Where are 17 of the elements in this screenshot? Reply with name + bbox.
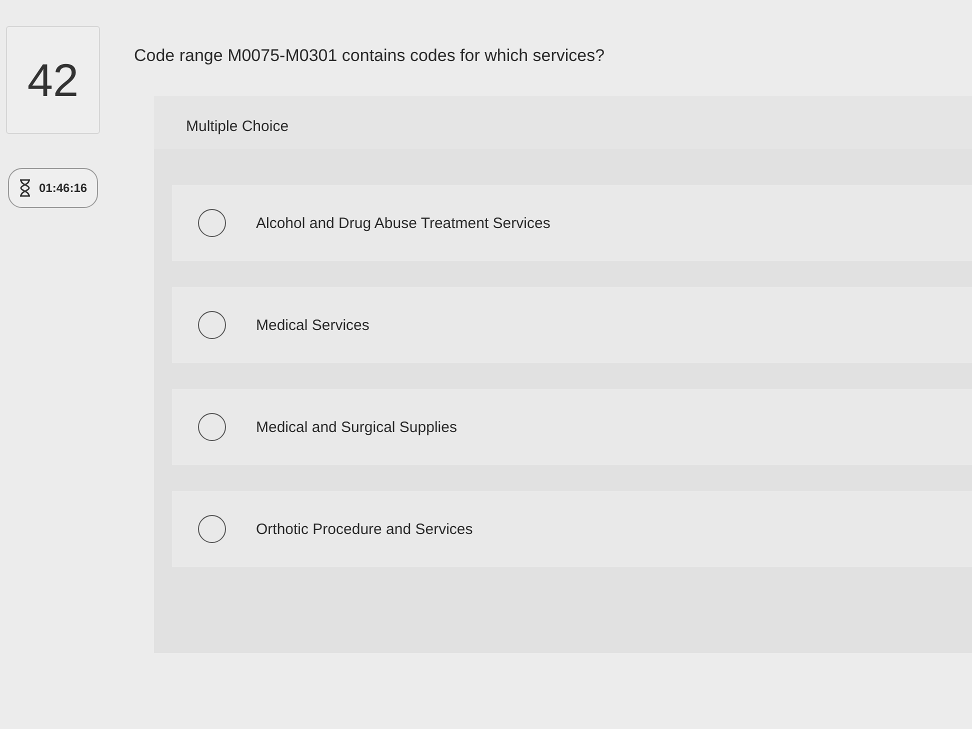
- radio-button[interactable]: [198, 515, 226, 543]
- option-label: Orthotic Procedure and Services: [256, 520, 473, 538]
- question-number: 42: [6, 26, 100, 134]
- hourglass-icon: [19, 179, 31, 197]
- radio-button[interactable]: [198, 413, 226, 441]
- question-text: Code range M0075-M0301 contains codes for which services?: [134, 45, 606, 67]
- answer-option[interactable]: Orthotic Procedure and Services: [172, 491, 972, 567]
- answer-option[interactable]: Medical Services: [172, 287, 972, 363]
- question-type-label: Multiple Choice: [154, 96, 972, 149]
- radio-button[interactable]: [198, 311, 226, 339]
- option-label: Medical and Surgical Supplies: [256, 418, 457, 436]
- answer-option[interactable]: Medical and Surgical Supplies: [172, 389, 972, 465]
- timer: 01:46:16: [8, 168, 98, 208]
- radio-button[interactable]: [198, 209, 226, 237]
- option-label: Medical Services: [256, 316, 370, 334]
- answer-option[interactable]: Alcohol and Drug Abuse Treatment Services: [172, 185, 972, 261]
- option-label: Alcohol and Drug Abuse Treatment Services: [256, 214, 550, 232]
